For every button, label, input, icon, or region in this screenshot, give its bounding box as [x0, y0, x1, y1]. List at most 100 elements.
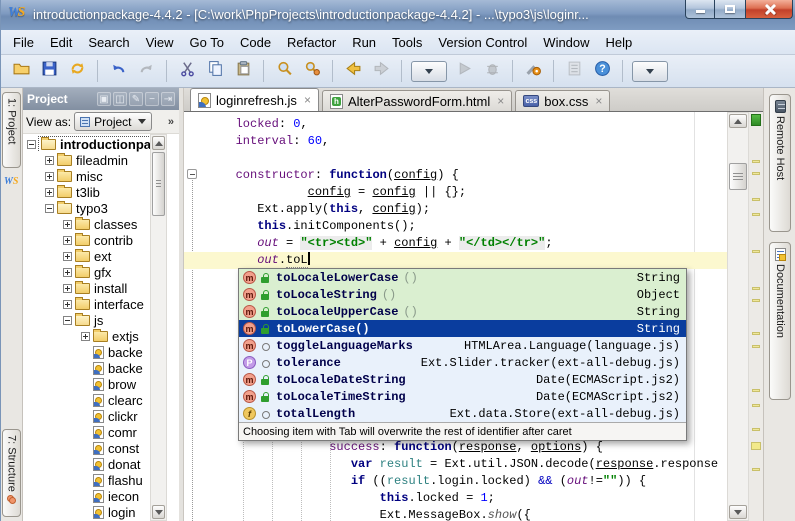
more-actions-dropdown[interactable] [632, 61, 668, 82]
plus-expander-icon[interactable] [63, 220, 72, 229]
paste-button[interactable] [230, 58, 256, 84]
tree-item-iecon[interactable]: iecon [23, 488, 168, 504]
menu-item-help[interactable]: Help [598, 32, 641, 53]
plus-expander-icon[interactable] [63, 236, 72, 245]
project-structure-button[interactable] [561, 58, 587, 84]
more-chevron[interactable]: » [168, 116, 176, 128]
code-line[interactable] [184, 150, 727, 167]
scroll-to-source-icon[interactable]: ◫ [113, 92, 127, 106]
code-line[interactable]: if ((result.login.locked) && (out!="")) … [184, 473, 727, 490]
plus-expander-icon[interactable] [63, 300, 72, 309]
tree-item-js[interactable]: js [23, 312, 168, 328]
tree-item-ext[interactable]: ext [23, 248, 168, 264]
toolwindow-tab-project[interactable]: 1: Project [2, 92, 21, 168]
tree-item-clickr[interactable]: clickr [23, 408, 168, 424]
menu-item-file[interactable]: File [5, 32, 42, 53]
scroll-down-button[interactable] [152, 505, 165, 519]
completion-item-toLocaleLowerCase[interactable]: mtoLocaleLowerCase()String [239, 269, 686, 286]
tree-item-login[interactable]: login [23, 504, 168, 520]
completion-item-toggleLanguageMarks[interactable]: mtoggleLanguageMarksHTMLArea.Language(la… [239, 337, 686, 354]
minus-expander-icon[interactable] [63, 316, 72, 325]
code-line[interactable]: success: function(response, options) { [184, 439, 727, 456]
menu-item-refactor[interactable]: Refactor [279, 32, 344, 53]
scrollbar-thumb[interactable] [729, 163, 747, 190]
code-line[interactable]: locked: 0, [184, 116, 727, 133]
menu-item-window[interactable]: Window [535, 32, 597, 53]
menu-item-run[interactable]: Run [344, 32, 384, 53]
plus-expander-icon[interactable] [45, 188, 54, 197]
plus-expander-icon[interactable] [81, 332, 90, 341]
tree-item-introductionpac[interactable]: introductionpac [23, 136, 168, 152]
menu-item-version-control[interactable]: Version Control [430, 32, 535, 53]
settings-button[interactable] [520, 58, 546, 84]
warning-marker-icon[interactable] [752, 198, 760, 201]
tree-item-donat[interactable]: donat [23, 456, 168, 472]
debug-button[interactable] [479, 58, 505, 84]
close-tab-icon[interactable]: × [497, 94, 504, 108]
maximize-button[interactable] [715, 0, 745, 19]
code-line[interactable]: out = "<tr><td>" + config + "</td></tr>"… [184, 235, 727, 252]
plus-expander-icon[interactable] [63, 252, 72, 261]
warning-marker-icon[interactable] [752, 468, 760, 471]
tree-item-gfx[interactable]: gfx [23, 264, 168, 280]
tree-item-t3lib[interactable]: t3lib [23, 184, 168, 200]
tree-item-backe[interactable]: backe [23, 360, 168, 376]
warning-marker-icon[interactable] [752, 160, 760, 163]
toolwindow-tab-structure[interactable]: 7: Structure [2, 429, 21, 517]
tree-item-flashu[interactable]: flashu [23, 472, 168, 488]
warning-marker-icon[interactable] [752, 389, 760, 392]
warning-marker-icon[interactable] [752, 299, 760, 302]
tree-item-interface[interactable]: interface [23, 296, 168, 312]
editor-scrollbar[interactable] [727, 112, 749, 521]
warning-marker-icon[interactable] [752, 172, 760, 175]
tree-item-const[interactable]: const [23, 440, 168, 456]
plus-expander-icon[interactable] [45, 172, 54, 181]
menu-item-code[interactable]: Code [232, 32, 279, 53]
tree-item-extjs[interactable]: extjs [23, 328, 168, 344]
copy-button[interactable] [202, 58, 228, 84]
tree-item-comr[interactable]: comr [23, 424, 168, 440]
save-button[interactable] [36, 58, 62, 84]
tree-item-fileadmin[interactable]: fileadmin [23, 152, 168, 168]
warning-marker-icon[interactable] [752, 428, 760, 431]
completion-item-toLocaleString[interactable]: mtoLocaleString()Object [239, 286, 686, 303]
minus-expander-icon[interactable] [27, 140, 36, 149]
project-tree-scrollbar[interactable] [150, 134, 167, 521]
back-button[interactable] [340, 58, 366, 84]
view-as-dropdown[interactable]: Project [74, 112, 151, 131]
tree-item-contrib[interactable]: contrib [23, 232, 168, 248]
help-button[interactable]: ? [589, 58, 615, 84]
editor-tab-loginrefresh-js[interactable]: loginrefresh.js× [190, 88, 319, 111]
redo-button[interactable] [133, 58, 159, 84]
sync-button[interactable] [64, 58, 90, 84]
completion-item-toLocaleUpperCase[interactable]: mtoLocaleUpperCase()String [239, 303, 686, 320]
completion-item-toLocaleDateString[interactable]: mtoLocaleDateStringDate(ECMAScript.js2) [239, 371, 686, 388]
tree-item-classes[interactable]: classes [23, 216, 168, 232]
close-tab-icon[interactable]: × [304, 93, 311, 107]
code-line[interactable]: Ext.apply(this, config); [184, 201, 727, 218]
minus-expander-icon[interactable] [45, 204, 54, 213]
scroll-down-button[interactable] [729, 505, 747, 519]
code-line[interactable]: constructor: function(config) { [184, 167, 727, 184]
code-line[interactable]: this.locked = 1; [184, 490, 727, 507]
scroll-up-button[interactable] [729, 114, 747, 128]
warning-marker-icon[interactable] [752, 213, 760, 216]
toolwindow-tab-documentation[interactable]: Documentation [769, 242, 791, 400]
warning-marker-icon[interactable] [751, 442, 761, 450]
editor-tab-alterpasswordform-html[interactable]: AlterPasswordForm.html× [322, 90, 512, 111]
settings-pin-icon[interactable]: ✎ [129, 92, 143, 106]
tree-item-install[interactable]: install [23, 280, 168, 296]
close-tab-icon[interactable]: × [595, 94, 602, 108]
plus-expander-icon[interactable] [63, 284, 72, 293]
warning-marker-icon[interactable] [752, 250, 760, 253]
windows-icon[interactable]: ▣ [97, 92, 111, 106]
warning-marker-icon[interactable] [752, 404, 760, 407]
run-configurations-dropdown[interactable] [411, 61, 447, 82]
editor-tab-box-css[interactable]: cssbox.css× [515, 90, 610, 111]
tree-item-backe[interactable]: backe [23, 344, 168, 360]
code-line[interactable]: Ext.MessageBox.show({ [184, 507, 727, 521]
tree-item-misc[interactable]: misc [23, 168, 168, 184]
cut-button[interactable] [174, 58, 200, 84]
undo-button[interactable] [105, 58, 131, 84]
toolwindow-tab-remote-host[interactable]: Remote Host [769, 94, 791, 232]
